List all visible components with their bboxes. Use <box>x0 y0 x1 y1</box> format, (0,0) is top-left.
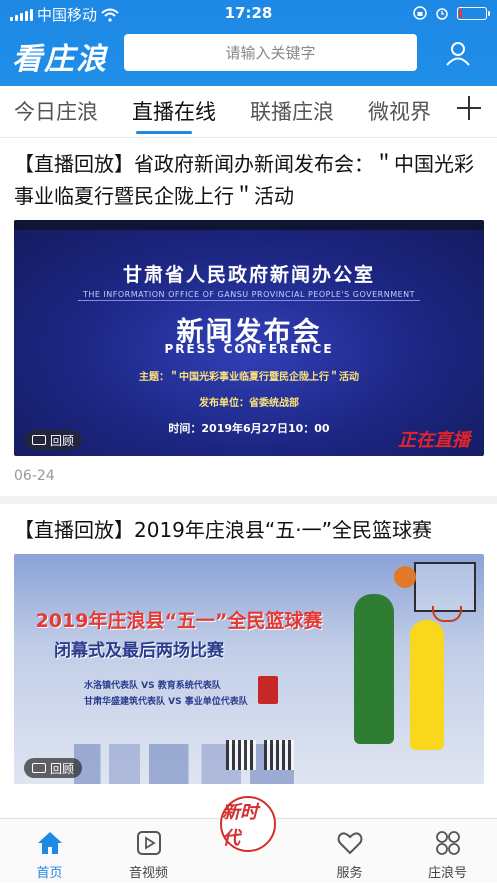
status-right <box>413 6 490 20</box>
item-thumbnail[interactable]: 2019年庄浪县“五一”全民篮球赛 闭幕式及最后两场比赛 水洛镇代表队 VS 教… <box>14 554 484 784</box>
tab-today[interactable]: 今日庄浪 <box>14 96 98 126</box>
section-divider <box>0 496 497 504</box>
thumbnail-subheading: 闭幕式及最后两场比赛 <box>54 641 224 661</box>
status-bar: 中国移动 17:28 <box>0 0 497 28</box>
add-channel-icon[interactable] <box>457 96 481 120</box>
item-date: 06-24 <box>14 468 55 484</box>
nav-account-label: 庄浪号 <box>427 866 467 881</box>
tab-broadcast[interactable]: 联播庄浪 <box>250 96 334 126</box>
thumbnail-heading: 2019年庄浪县“五一”全民篮球赛 <box>35 610 323 632</box>
qr-code-icon <box>264 740 294 770</box>
seal-stamp <box>258 676 278 704</box>
thumbnail-unit: 发布单位：省委统战部 <box>199 398 299 409</box>
list-item[interactable]: 【直播回放】省政府新闻办新闻发布会：＂中国光彩事业临夏行暨民企陇上行＂活动 甘肃… <box>0 138 497 496</box>
home-icon <box>37 832 62 854</box>
app-logo: 看庄浪 <box>12 42 108 77</box>
heart-icon <box>337 832 362 855</box>
active-tab-indicator <box>136 131 192 134</box>
replay-badge: 回顾 <box>24 430 83 450</box>
search-input[interactable]: 请输入关键字 <box>124 34 417 71</box>
list-item[interactable]: 【直播回放】2019年庄浪县“五·一”全民篮球赛 2019年庄浪县“五一”全民篮… <box>0 504 497 784</box>
nav-service[interactable]: 服务 <box>300 819 399 884</box>
backboard-graphic <box>414 562 476 612</box>
video-camera-icon <box>32 763 46 773</box>
item-title[interactable]: 【直播回放】省政府新闻办新闻发布会：＂中国光彩事业临夏行暨民企陇上行＂活动 <box>14 148 483 212</box>
tab-micro-video[interactable]: 微视界 <box>368 96 431 126</box>
basketball-graphic <box>394 566 416 588</box>
thumbnail-title-en: PRESS CONFERENCE <box>164 342 334 356</box>
live-stamp: 正在直播 <box>398 430 470 451</box>
play-icon <box>136 831 161 855</box>
channel-tabs: 今日庄浪 直播在线 联播庄浪 微视界 <box>0 86 497 138</box>
thumbnail-band <box>14 220 484 230</box>
nav-account[interactable]: 庄浪号 <box>398 819 497 884</box>
hoop-rim-graphic <box>432 606 462 622</box>
news-feed: 【直播回放】省政府新闻办新闻发布会：＂中国光彩事业临夏行暨民企陇上行＂活动 甘肃… <box>0 138 497 818</box>
grid-icon <box>435 831 460 855</box>
item-title[interactable]: 【直播回放】2019年庄浪县“五·一”全民篮球赛 <box>14 514 483 546</box>
rotation-lock-icon <box>413 6 427 20</box>
thumbnail-theme: 主题：＂中国光彩事业临夏行暨民企陇上行＂活动 <box>139 372 359 383</box>
replay-badge-label: 回顾 <box>50 761 75 776</box>
video-camera-icon <box>32 435 46 445</box>
qr-code-icon <box>226 740 256 770</box>
new-era-logo-icon[interactable]: 新时代 <box>220 796 276 852</box>
nav-home[interactable]: 首页 <box>0 819 99 884</box>
player-graphic <box>354 594 394 744</box>
top-bar: 中国移动 17:28 看庄浪 请输入关键字 <box>0 0 497 86</box>
item-thumbnail[interactable]: 甘肃省人民政府新闻办公室 THE INFORMATION OFFICE OF G… <box>14 220 484 456</box>
replay-badge: 回顾 <box>24 758 83 778</box>
thumbnail-match-1: 水洛镇代表队 VS 教育系统代表队 <box>84 681 221 691</box>
replay-badge-label: 回顾 <box>50 433 75 448</box>
tab-live[interactable]: 直播在线 <box>132 96 216 126</box>
skyline-graphic <box>74 744 294 784</box>
thumbnail-heading-en: THE INFORMATION OFFICE OF GANSU PROVINCI… <box>82 290 416 299</box>
nav-media[interactable]: 音视频 <box>99 819 198 884</box>
thumbnail-heading: 甘肃省人民政府新闻办公室 <box>122 264 375 286</box>
nav-media-label: 音视频 <box>128 866 168 881</box>
thumbnail-match-2: 甘肃华盛建筑代表队 VS 事业单位代表队 <box>84 697 248 707</box>
thumbnail-divider <box>78 300 420 301</box>
battery-icon <box>457 6 490 20</box>
player-graphic <box>410 620 444 750</box>
nav-home-label: 首页 <box>36 866 63 881</box>
user-icon[interactable] <box>445 40 471 66</box>
nav-service-label: 服务 <box>336 866 363 881</box>
alarm-icon <box>436 8 448 20</box>
